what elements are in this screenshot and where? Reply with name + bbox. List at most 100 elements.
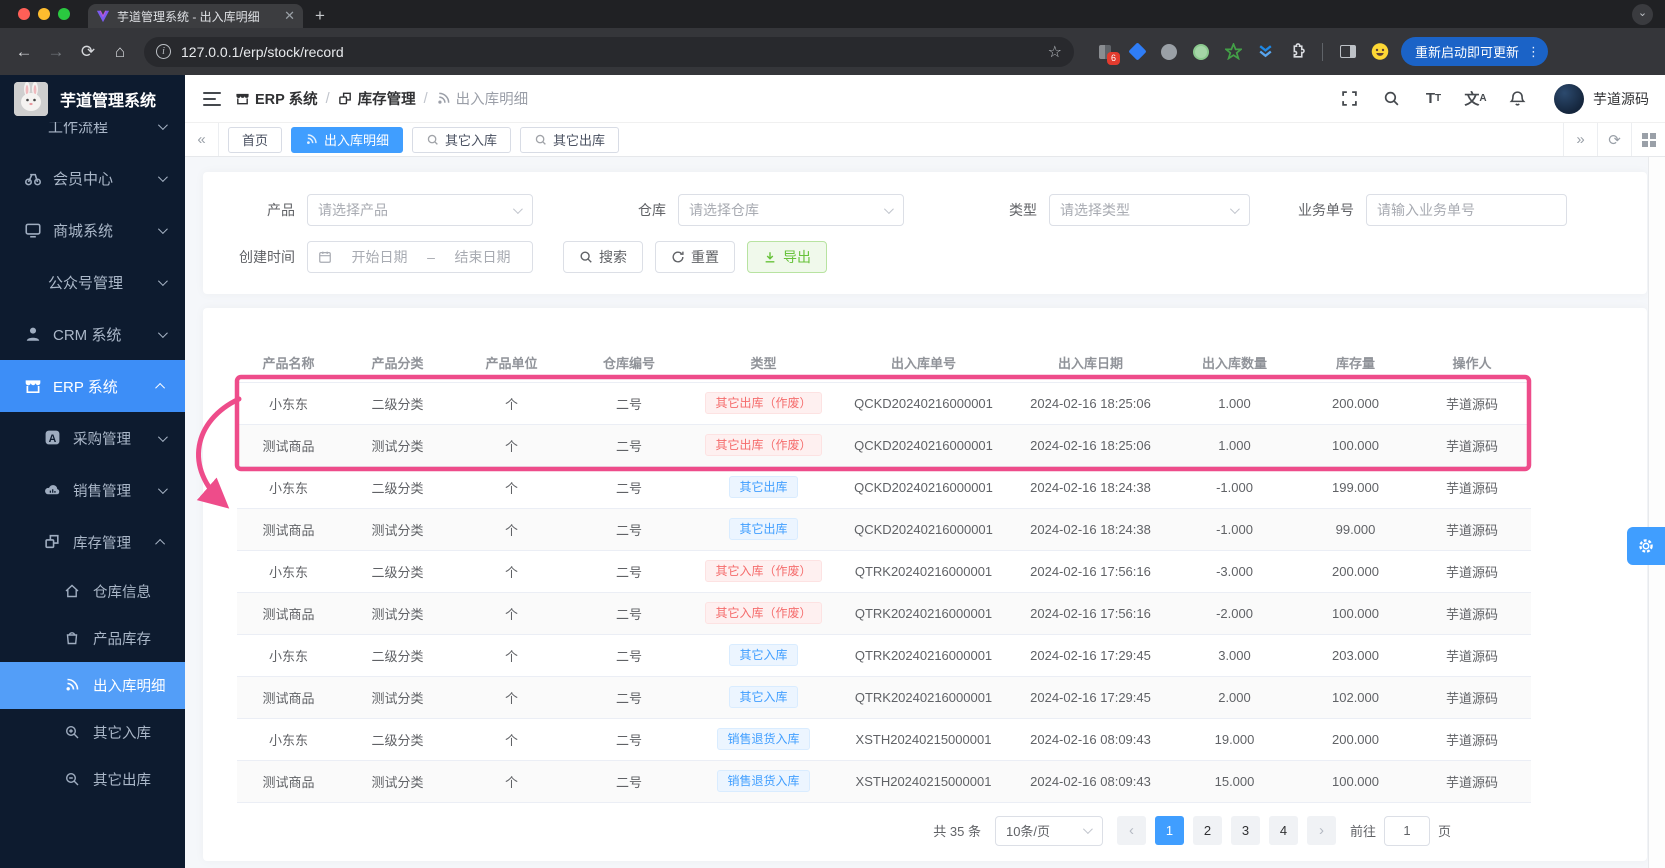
tags-refresh-icon[interactable]: ⟳ [1597,123,1631,156]
cell-order-no: QCKD20240216000001 [837,382,1010,425]
sidebar-item-official-account[interactable]: 公众号管理 [0,256,185,308]
tab-close-icon[interactable]: ✕ [284,8,295,24]
reload-button[interactable]: ⟳ [72,42,104,62]
prev-page-button[interactable]: ‹ [1116,816,1146,845]
window-minimize-button[interactable] [38,8,50,20]
bell-icon[interactable] [1508,89,1527,108]
search-icon[interactable] [1382,89,1401,108]
sidebar-item-warehouse-info[interactable]: 仓库信息 [0,568,185,615]
tag-other-stock-in[interactable]: 其它入库 [412,126,512,153]
browser-menu-kebab-icon[interactable]: ⋮ [1527,44,1540,60]
breadcrumb-stock[interactable]: 库存管理 [338,88,416,109]
chevron-down-icon [157,171,168,182]
sidebar-item-member-center[interactable]: 会员中心 [0,152,185,204]
column-header: 出入库数量 [1171,344,1298,383]
product-select[interactable]: 请选择产品 [307,194,533,226]
page-button-3[interactable]: 3 [1230,816,1260,845]
next-page-button[interactable]: › [1306,816,1336,845]
sidebar-item-product-stock[interactable]: 产品库存 [0,615,185,662]
tag-home[interactable]: 首页 [228,126,283,153]
cell-warehouse: 二号 [568,424,690,467]
profile-avatar-emoji[interactable] [1371,43,1389,61]
cell-quantity: -1.000 [1171,466,1298,509]
theme-settings-fab[interactable] [1627,527,1665,565]
cell-type: 其它出库 [690,466,837,509]
cell-date: 2024-02-16 18:25:06 [1010,382,1171,425]
sidebar-item-stock-record[interactable]: 出入库明细 [0,662,185,709]
tag-other-stock-out[interactable]: 其它出库 [520,126,620,153]
cell-category: 二级分类 [340,550,455,593]
bizno-input[interactable] [1377,202,1556,218]
address-bar[interactable]: i 127.0.0.1/erp/stock/record ☆ [144,36,1074,67]
window-zoom-button[interactable] [58,8,70,20]
goto-page-input[interactable] [1383,815,1430,846]
cell-quantity: -2.000 [1171,592,1298,635]
home-icon [64,583,82,601]
tags-scroll-left-icon[interactable]: « [185,123,219,156]
sidebar-item-sales[interactable]: 销售管理 [0,464,185,516]
warehouse-select[interactable]: 请选择仓库 [678,194,904,226]
bookmark-star-icon[interactable]: ☆ [1048,42,1062,62]
forward-button[interactable]: → [40,42,72,62]
page-button-1[interactable]: 1 [1154,816,1184,845]
window-close-button[interactable] [18,8,30,20]
site-info-icon[interactable]: i [156,44,171,59]
user-menu[interactable]: 芋道源码 [1554,83,1649,114]
extensions-puzzle-icon[interactable] [1288,43,1306,61]
sidebar-item-other-stock-out[interactable]: 其它出库 [0,756,185,803]
extension-grey-icon[interactable] [1160,43,1178,61]
sidebar-item-other-stock-in[interactable]: 其它入库 [0,709,185,756]
browser-toolbar: ← → ⟳ ⌂ i 127.0.0.1/erp/stock/record ☆ 6 [0,28,1665,75]
svg-text:A: A [49,433,57,445]
sidebar-item-crm[interactable]: CRM 系统 [0,308,185,360]
cell-type: 其它入库 [690,634,837,677]
cell-warehouse: 二号 [568,760,690,803]
page-size-select[interactable]: 10条/页 [994,815,1103,846]
date-range-picker[interactable]: 开始日期 – 结束日期 [307,241,533,273]
new-tab-button[interactable]: + [315,4,325,28]
extension-green-icon[interactable] [1192,43,1210,61]
cell-quantity: 3.000 [1171,634,1298,677]
page-button-4[interactable]: 4 [1268,816,1298,845]
sidebar-item-stock-management[interactable]: 库存管理 [0,516,185,568]
export-button[interactable]: 导出 [747,241,827,273]
extension-chevrons-icon[interactable] [1256,43,1274,61]
menu-collapse-icon[interactable] [203,91,221,106]
extension-gem-icon[interactable] [1127,42,1147,61]
extension-star-icon[interactable] [1224,43,1242,61]
reset-button[interactable]: 重置 [655,241,735,273]
chevron-down-icon [157,122,168,130]
font-size-icon[interactable]: TT [1424,89,1443,108]
type-select[interactable]: 请选择类型 [1049,194,1250,226]
side-panel-icon[interactable] [1339,43,1357,61]
sidebar-item-purchase[interactable]: A 采购管理 [0,412,185,464]
sidebar-logo[interactable]: 芋道管理系统 [0,75,185,122]
sidebar-item-erp[interactable]: ERP 系统 [0,360,185,412]
page-button-2[interactable]: 2 [1192,816,1222,845]
back-button[interactable]: ← [8,42,40,62]
tags-layout-grid-icon[interactable] [1631,123,1665,156]
column-header: 出入库日期 [1010,344,1171,383]
breadcrumb-erp[interactable]: ERP 系统 [235,88,318,109]
cell-unit: 个 [455,508,568,551]
tag-stock-record[interactable]: 出入库明细 [291,126,404,153]
chrome-update-button[interactable]: 重新启动即可更新 ⋮ [1401,37,1549,66]
cell-stock: 100.000 [1298,592,1413,635]
tab-search-chevron-icon[interactable]: ⌄ [1632,4,1653,25]
extension-icon-badge[interactable]: 6 [1096,43,1120,65]
table-row: 测试商品 测试分类 个 二号 其它入库 QTRK20240216000001 2… [237,676,1531,719]
cloud-chart-icon [44,481,62,499]
browser-tab[interactable]: 芋道管理系统 - 出入库明细 ✕ [88,4,303,28]
cell-warehouse: 二号 [568,382,690,425]
home-button[interactable]: ⌂ [104,42,136,62]
fullscreen-icon[interactable] [1340,89,1359,108]
translate-icon[interactable]: 文A [1464,89,1486,108]
scrollbar-gutter[interactable] [1648,157,1665,868]
member-icon [24,169,42,187]
search-button[interactable]: 搜索 [563,241,643,273]
type-label: 类型 [1009,202,1037,218]
sidebar-item-workflow[interactable]: 工作流程 [0,122,185,152]
cell-type: 其它出库 [690,508,837,551]
tags-scroll-right-icon[interactable]: » [1563,123,1597,156]
sidebar-item-mall[interactable]: 商城系统 [0,204,185,256]
